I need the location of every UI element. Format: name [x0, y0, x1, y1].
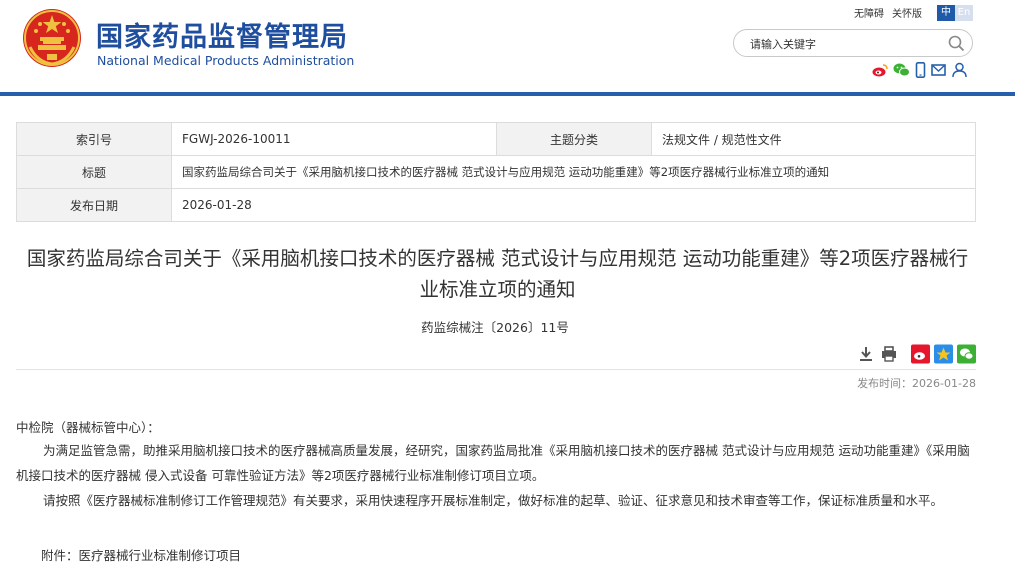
share-weibo-icon[interactable] — [911, 344, 930, 364]
body-paragraph: 请按照《医疗器械标准制修订工作管理规范》有关要求，采用快速程序开展标准制定，做好… — [43, 493, 944, 508]
site-header: 国家药品监督管理局 National Medical Products Admi… — [0, 0, 1015, 92]
article-divider — [16, 369, 976, 370]
accessibility-link[interactable]: 无障碍 — [854, 5, 884, 20]
category-label: 主题分类 — [496, 122, 652, 156]
title-label: 标题 — [16, 155, 172, 189]
date-value: 2026-01-28 — [171, 188, 976, 222]
search-icon[interactable] — [948, 35, 965, 52]
lang-en-button[interactable]: En — [955, 5, 973, 21]
info-row-title: 标题 国家药监局综合司关于《采用脑机接口技术的医疗器械 范式设计与应用规范 运动… — [16, 155, 976, 189]
search-input[interactable] — [748, 34, 942, 54]
index-label: 索引号 — [16, 122, 172, 156]
wechat-icon[interactable] — [893, 62, 910, 78]
article-title: 国家药监局综合司关于《采用脑机接口技术的医疗器械 范式设计与应用规范 运动功能重… — [26, 247, 969, 301]
share-qzone-icon[interactable] — [934, 344, 953, 364]
lang-zh-button[interactable]: 中 — [937, 5, 955, 21]
weibo-icon[interactable] — [872, 62, 888, 78]
document-number: 药监综械注〔2026〕11号 — [421, 320, 569, 335]
attachment-link[interactable]: 附件：医疗器械行业标准制修订项目 — [41, 545, 241, 564]
title-value: 国家药监局综合司关于《采用脑机接口技术的医疗器械 范式设计与应用规范 运动功能重… — [171, 155, 976, 189]
header-rule — [0, 92, 1015, 96]
download-icon[interactable] — [857, 344, 875, 364]
user-icon[interactable] — [952, 62, 967, 78]
article-body: 中检院（器械标管中心）： 为满足监管急需，助推采用脑机接口技术的医疗器械高质量发… — [16, 418, 978, 513]
document-info-table: 索引号 FGWJ-2026-10011 主题分类 法规文件 / 规范性文件 标题… — [16, 122, 976, 222]
category-value: 法规文件 / 规范性文件 — [651, 122, 976, 156]
info-row-index: 索引号 FGWJ-2026-10011 主题分类 法规文件 / 规范性文件 — [16, 122, 976, 156]
mail-icon[interactable] — [931, 62, 946, 78]
date-label: 发布日期 — [16, 188, 172, 222]
site-name-en[interactable]: National Medical Products Administration — [97, 53, 354, 68]
care-mode-link[interactable]: 关怀版 — [892, 5, 922, 20]
search-box — [733, 29, 973, 57]
body-paragraph: 为满足监管急需，助推采用脑机接口技术的医疗器械高质量发展，经研究，国家药监局批准… — [16, 443, 970, 483]
national-emblem-icon[interactable] — [22, 7, 82, 69]
print-icon[interactable] — [880, 344, 898, 364]
share-wechat-icon[interactable] — [957, 344, 976, 364]
site-name-cn[interactable]: 国家药品监督管理局 — [96, 15, 348, 54]
index-value: FGWJ-2026-10011 — [171, 122, 497, 156]
info-row-date: 发布日期 2026-01-28 — [16, 188, 976, 222]
publish-time: 发布时间：2026-01-28 — [857, 377, 976, 390]
mobile-icon[interactable] — [915, 62, 926, 78]
recipient: 中检院（器械标管中心）： — [16, 420, 160, 435]
